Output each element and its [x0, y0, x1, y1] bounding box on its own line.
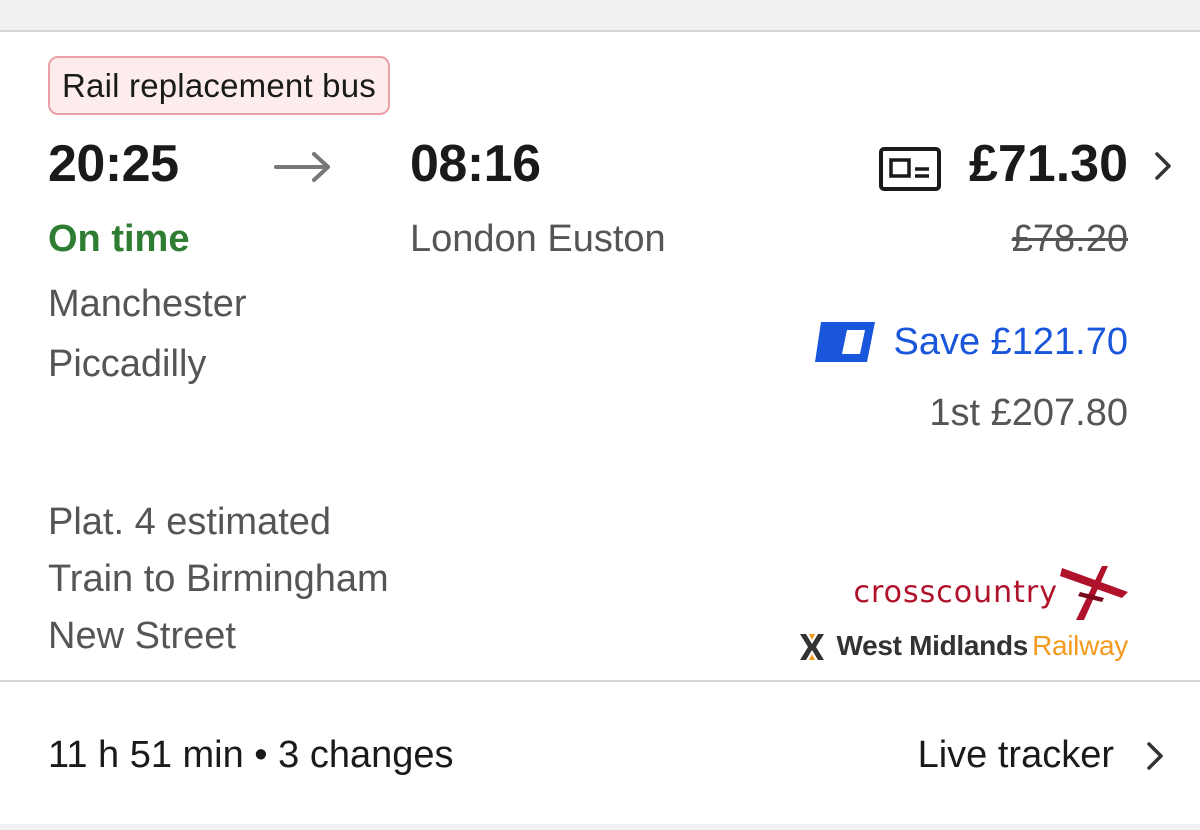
live-tracker-link[interactable]: Live tracker — [918, 734, 1114, 777]
journey-summary: 11 h 51 min • 3 changes — [48, 734, 454, 776]
wmr-wordmark: West Midlands — [836, 630, 1029, 661]
wmr-wordmark-suffix: Railway — [1032, 630, 1128, 661]
operator-logos: crosscountry West Midlands Railway — [796, 562, 1128, 666]
journey-card[interactable]: Rail replacement bus 20:25 08:16 On time… — [0, 30, 1200, 824]
railcard-icon — [815, 322, 876, 362]
crosscountry-brand: crosscountry — [853, 562, 1128, 622]
platform-info: Plat. 4 estimated Train to Birmingham Ne… — [48, 494, 528, 665]
chevron-right-icon[interactable] — [1144, 740, 1166, 772]
ticket-price: £71.30 — [968, 135, 1128, 193]
departure-time: 20:25 — [48, 135, 179, 193]
crosscountry-wordmark: crosscountry — [853, 574, 1058, 610]
status-on-time: On time — [48, 218, 190, 260]
ticket-icon — [879, 147, 941, 191]
platform-line: New Street — [48, 615, 236, 657]
crosscountry-logo — [1060, 566, 1128, 620]
wmr-logo — [800, 634, 825, 660]
departure-station: Manchester Piccadilly — [48, 283, 247, 385]
rail-replacement-badge: Rail replacement bus — [48, 56, 390, 115]
platform-line: Train to Birmingham — [48, 558, 389, 600]
save-amount: Save £121.70 — [893, 320, 1128, 363]
wmr-brand: West Midlands Railway — [796, 626, 1128, 666]
arrival-time: 08:16 — [410, 135, 541, 193]
arrow-right-icon — [274, 152, 330, 182]
chevron-right-icon[interactable] — [1152, 150, 1174, 182]
original-price: £78.20 — [1011, 218, 1128, 260]
first-class-price: 1st £207.80 — [929, 392, 1128, 434]
platform-line: Plat. 4 estimated — [48, 501, 332, 543]
arrival-station: London Euston — [410, 218, 666, 260]
divider — [0, 680, 1200, 682]
railcard-saving: Save £121.70 — [813, 320, 1128, 364]
